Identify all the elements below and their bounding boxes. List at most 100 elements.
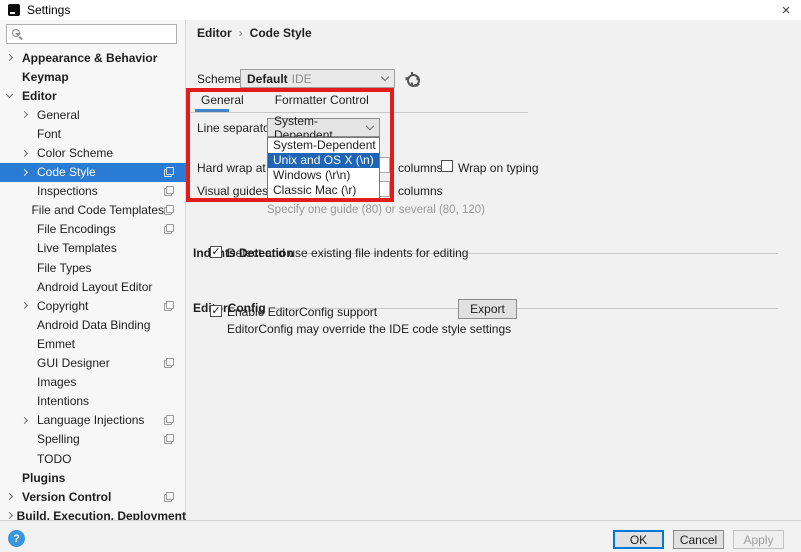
- chevron-collapsed-icon[interactable]: [6, 54, 13, 61]
- settings-window: Settings × Appearance & Behavior Keymap Ed…: [0, 0, 801, 552]
- sidebar-item-copyright[interactable]: Copyright: [0, 296, 186, 315]
- visual-guides-columns-label: columns: [398, 184, 443, 198]
- sidebar-item-images[interactable]: Images: [0, 373, 186, 392]
- enable-editorconfig-label: Enable EditorConfig support: [227, 305, 377, 319]
- sidebar-item-label: TODO: [37, 452, 71, 466]
- settings-tree: Appearance & Behavior Keymap Editor General…: [0, 48, 186, 525]
- help-icon[interactable]: ?: [8, 530, 25, 547]
- chevron-slot: [7, 513, 17, 518]
- tab-bar: General Formatter Control: [201, 93, 369, 107]
- app-icon: [8, 4, 20, 16]
- wrap-on-typing-label: Wrap on typing: [458, 161, 539, 175]
- title-bar: Settings ×: [0, 0, 801, 20]
- sidebar-item-label: Editor: [22, 89, 57, 103]
- chevron-slot: [22, 303, 37, 308]
- project-override-icon: [164, 434, 174, 444]
- chevron-slot: [22, 418, 37, 423]
- sidebar-item-file-types[interactable]: File Types: [0, 258, 186, 277]
- ok-button[interactable]: OK: [613, 530, 664, 549]
- cancel-button[interactable]: Cancel: [673, 530, 724, 549]
- scheme-select[interactable]: Default IDE: [240, 69, 395, 88]
- chevron-slot: [7, 55, 22, 60]
- search-input[interactable]: [21, 26, 176, 42]
- sidebar-item-emmet[interactable]: Emmet: [0, 334, 186, 353]
- sidebar-item-label: Appearance & Behavior: [22, 51, 157, 65]
- sidebar-item-language-injections[interactable]: Language Injections: [0, 411, 186, 430]
- breadcrumb-separator-icon: ›: [239, 26, 243, 40]
- sidebar-item-label: Android Data Binding: [37, 318, 150, 332]
- sidebar-item-label: Spelling: [37, 432, 80, 446]
- export-button[interactable]: Export: [458, 299, 517, 319]
- project-override-icon: [164, 301, 174, 311]
- line-separator-option-system-dependent[interactable]: System-Dependent: [268, 138, 379, 153]
- sidebar-item-spelling[interactable]: Spelling: [0, 430, 186, 449]
- sidebar-item-live-templates[interactable]: Live Templates: [0, 239, 186, 258]
- line-separator-option-windows-r-n[interactable]: Windows (\r\n): [268, 168, 379, 183]
- chevron-collapsed-icon[interactable]: [21, 111, 28, 118]
- sidebar-item-code-style[interactable]: Code Style: [0, 163, 186, 182]
- chevron-expanded-icon[interactable]: [6, 91, 13, 98]
- chevron-collapsed-icon[interactable]: [21, 302, 28, 309]
- chevron-slot: [22, 112, 37, 117]
- chevron-collapsed-icon[interactable]: [21, 149, 28, 156]
- chevron-collapsed-icon[interactable]: [21, 169, 28, 176]
- sidebar-item-gui-designer[interactable]: GUI Designer: [0, 354, 186, 373]
- window-title: Settings: [27, 3, 70, 17]
- line-separator-option-unix-and-os-x-n[interactable]: Unix and OS X (\n): [268, 153, 379, 168]
- sidebar-item-label: File and Code Templates: [31, 203, 164, 217]
- scheme-value-suffix: IDE: [292, 72, 312, 86]
- project-override-icon: [164, 492, 174, 502]
- sidebar-item-file-encodings[interactable]: File Encodings: [0, 220, 186, 239]
- tab-general[interactable]: General: [201, 93, 244, 107]
- chevron-collapsed-icon[interactable]: [6, 493, 13, 500]
- breadcrumb-editor[interactable]: Editor: [197, 26, 232, 40]
- sidebar-item-intentions[interactable]: Intentions: [0, 392, 186, 411]
- detect-indents-checkbox[interactable]: ✓: [210, 246, 222, 258]
- project-override-icon: [164, 358, 174, 368]
- apply-button[interactable]: Apply: [733, 530, 784, 549]
- sidebar-item-label: Inspections: [37, 184, 98, 198]
- sidebar-item-label: File Encodings: [37, 222, 116, 236]
- line-separator-option-classic-mac-r[interactable]: Classic Mac (\r): [268, 183, 379, 198]
- chevron-collapsed-icon[interactable]: [21, 417, 28, 424]
- chevron-collapsed-icon[interactable]: [6, 512, 13, 519]
- project-override-icon: [164, 167, 174, 177]
- sidebar-item-label: Keymap: [22, 70, 69, 84]
- wrap-on-typing-checkbox[interactable]: [441, 160, 453, 172]
- sidebar-item-editor[interactable]: Editor: [0, 86, 186, 105]
- sidebar-item-appearance-behavior[interactable]: Appearance & Behavior: [0, 48, 186, 67]
- chevron-slot: [7, 94, 22, 97]
- search-box[interactable]: [6, 24, 177, 44]
- sidebar-item-android-layout-editor[interactable]: Android Layout Editor: [0, 277, 186, 296]
- tab-strip-divider: [191, 112, 528, 113]
- project-override-icon: [164, 186, 174, 196]
- chevron-slot: [22, 170, 37, 175]
- hard-wrap-columns-label: columns: [398, 161, 443, 175]
- tab-formatter-control[interactable]: Formatter Control: [275, 93, 369, 107]
- sidebar-item-label: File Types: [37, 261, 91, 275]
- close-icon[interactable]: ×: [771, 0, 801, 20]
- line-separator-dropdown: System-DependentUnix and OS X (\n)Window…: [267, 137, 380, 199]
- hard-wrap-label: Hard wrap at: [197, 161, 266, 175]
- sidebar-item-plugins[interactable]: Plugins: [0, 468, 186, 487]
- chevron-slot: [22, 151, 37, 156]
- sidebar-item-keymap[interactable]: Keymap: [0, 67, 186, 86]
- sidebar-item-android-data-binding[interactable]: Android Data Binding: [0, 315, 186, 334]
- sidebar-item-label: Plugins: [22, 471, 65, 485]
- sidebar-item-file-and-code-templates[interactable]: File and Code Templates: [0, 201, 186, 220]
- sidebar-item-inspections[interactable]: Inspections: [0, 182, 186, 201]
- sidebar-item-font[interactable]: Font: [0, 124, 186, 143]
- line-separator-select[interactable]: System-Dependent: [267, 118, 380, 137]
- enable-editorconfig-checkbox[interactable]: ✓: [210, 305, 222, 317]
- sidebar-item-label: Font: [37, 127, 61, 141]
- sidebar-item-version-control[interactable]: Version Control: [0, 487, 186, 506]
- editorconfig-note: EditorConfig may override the IDE code s…: [227, 322, 511, 336]
- sidebar-item-general[interactable]: General: [0, 105, 186, 124]
- sidebar-item-color-scheme[interactable]: Color Scheme: [0, 143, 186, 162]
- chevron-down-icon: [381, 73, 389, 81]
- sidebar-item-label: Code Style: [37, 165, 96, 179]
- sidebar-item-todo[interactable]: TODO: [0, 449, 186, 468]
- gear-dropdown-arrow-icon[interactable]: [414, 84, 420, 87]
- sidebar-item-label: General: [37, 108, 80, 122]
- breadcrumb: Editor › Code Style: [197, 26, 312, 40]
